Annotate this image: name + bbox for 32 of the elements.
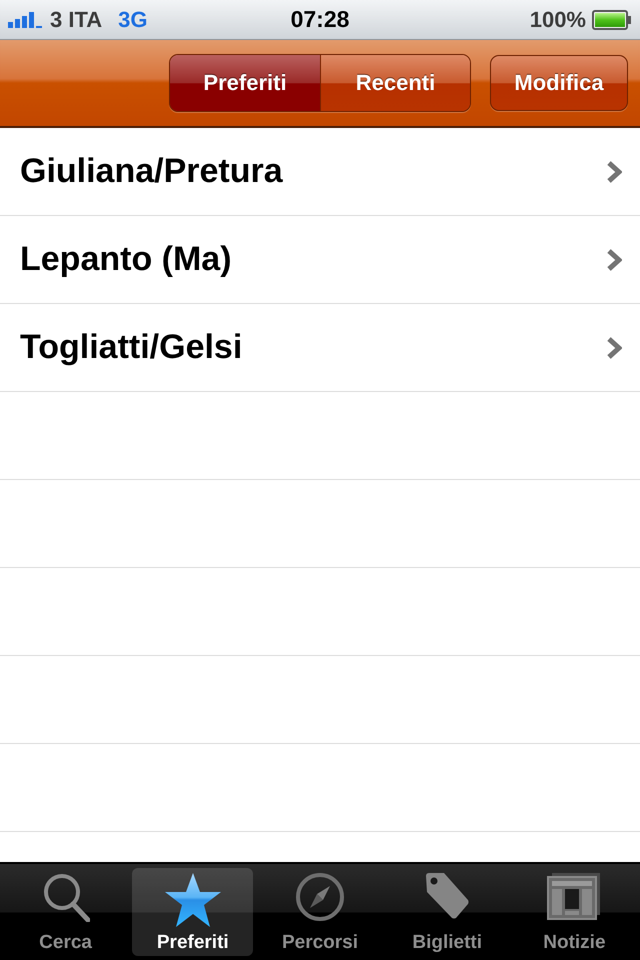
row-label: Lepanto (Ma) (20, 240, 232, 279)
tab-label: Preferiti (156, 932, 229, 954)
star-icon (164, 872, 222, 928)
search-icon (42, 872, 90, 922)
tab-button[interactable]: Cerca (5, 868, 126, 956)
chevron-right-icon (606, 248, 622, 272)
battery-icon (592, 10, 632, 30)
newspaper-icon (547, 872, 602, 920)
compass-icon (294, 872, 345, 922)
segment-button[interactable]: Recenti (320, 55, 470, 111)
row-label: Giuliana/Pretura (20, 152, 283, 191)
chevron-right-icon (606, 160, 622, 184)
tab-label: Cerca (39, 932, 92, 954)
signal-icon (8, 12, 44, 28)
tab-button[interactable]: Biglietti (386, 868, 508, 956)
clock-time: 07:28 (290, 6, 350, 33)
tag-icon (424, 872, 470, 920)
segment-button[interactable]: Preferiti (170, 55, 320, 111)
tab-label: Notizie (543, 932, 606, 954)
row-label: Togliatti/Gelsi (20, 328, 242, 367)
tab-label: Percorsi (282, 932, 358, 954)
carrier-name: 3 ITA (50, 6, 102, 32)
list-row[interactable]: Giuliana/Pretura (0, 128, 640, 216)
tab-button[interactable]: Percorsi (259, 868, 381, 956)
tab-label: Biglietti (412, 932, 482, 954)
tab-button[interactable]: Preferiti (132, 868, 254, 956)
network-type: 3G (118, 6, 148, 32)
tab-button[interactable]: Notizie (514, 868, 635, 956)
chevron-right-icon (606, 336, 622, 360)
list-row[interactable]: Lepanto (Ma) (0, 216, 640, 304)
battery-percentage: 100% (530, 6, 586, 32)
edit-button[interactable]: Modifica (490, 55, 628, 111)
